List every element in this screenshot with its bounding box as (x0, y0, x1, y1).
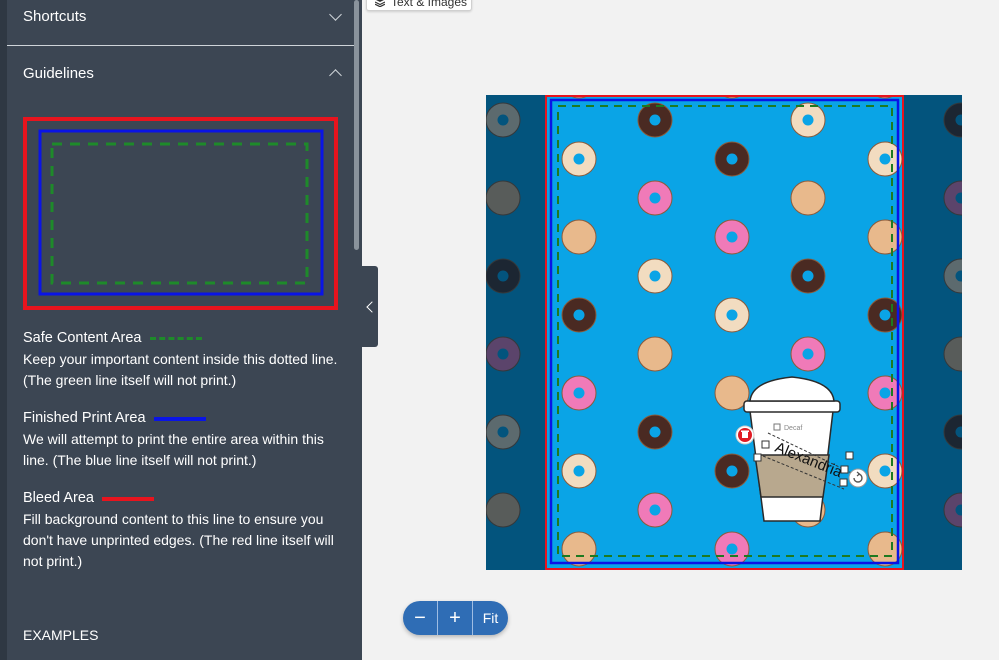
text-images-tab[interactable]: Text & Images (366, 0, 472, 11)
shortcuts-label: Shortcuts (23, 8, 87, 25)
legend-title: Bleed Area (23, 490, 94, 506)
chevron-down-icon[interactable] (329, 8, 342, 21)
shortcuts-accordion[interactable]: Shortcuts (23, 8, 342, 25)
chevron-left-icon (365, 300, 378, 313)
legend-title: Finished Print Area (23, 410, 146, 426)
layers-icon (375, 0, 385, 7)
legend-description: Keep your important content inside this … (23, 351, 338, 388)
finished-print-outline (38, 129, 324, 296)
legend-description: We will attempt to print the entire area… (23, 431, 324, 468)
legend-bleed: Bleed Area Fill background content to th… (23, 488, 343, 572)
zoom-out-button[interactable]: − (403, 601, 437, 635)
legend-swatch-blue (153, 416, 206, 421)
chevron-up-icon[interactable] (329, 69, 342, 82)
guidelines-diagram (23, 117, 338, 310)
cup-label-text: Decaf (784, 425, 802, 432)
safe-content-outline (50, 142, 309, 285)
print-guides (545, 95, 904, 570)
text-images-label: Text & Images (391, 0, 468, 9)
collapse-sidebar-button[interactable] (362, 266, 378, 347)
zoom-controls: − + Fit (403, 601, 508, 635)
zoom-in-button[interactable]: + (438, 601, 472, 635)
legend-finished-print: Finished Print Area We will attempt to p… (23, 408, 343, 471)
sidebar-scrollbar[interactable] (354, 0, 359, 250)
bleed-area-outline (23, 117, 338, 310)
examples-heading: EXAMPLES (23, 627, 99, 643)
legend-swatch-red (101, 496, 154, 501)
trash-icon[interactable] (735, 425, 755, 445)
legend-swatch-green (149, 337, 202, 340)
legend-safe-content: Safe Content Area Keep your important co… (23, 328, 343, 391)
accordion-divider (7, 45, 354, 46)
guidelines-accordion[interactable]: Guidelines (23, 65, 342, 82)
legend-description: Fill background content to this line to … (23, 511, 334, 569)
legend-title: Safe Content Area (23, 330, 142, 346)
sidebar-panel: Shortcuts Guidelines Safe Content Area K… (0, 0, 362, 660)
sidebar-edge (0, 0, 7, 660)
zoom-fit-button[interactable]: Fit (473, 610, 508, 626)
guidelines-label: Guidelines (23, 65, 94, 82)
design-canvas[interactable]: Decaf Alexandria (486, 95, 962, 570)
rotate-icon[interactable] (848, 468, 868, 488)
coffee-cup-element[interactable]: Decaf Alexandria (728, 373, 873, 523)
